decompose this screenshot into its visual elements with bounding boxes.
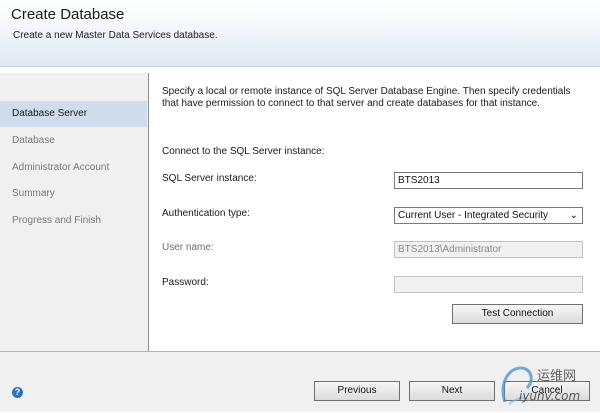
connect-heading: Connect to the SQL Server instance: <box>162 146 325 157</box>
watermark-swirl-icon: 运维网 iyunv.com <box>501 366 580 405</box>
instance-input[interactable]: BTS2013 <box>394 172 583 189</box>
previous-button[interactable]: Previous <box>314 381 400 401</box>
wizard-header: Create Database Create a new Master Data… <box>0 0 600 67</box>
sidebar-item-database: Database <box>12 135 55 146</box>
watermark-logo: 运维网 iyunv.com <box>497 358 597 408</box>
sidebar-item-database-server[interactable]: Database Server <box>0 101 147 127</box>
next-button[interactable]: Next <box>409 381 495 401</box>
wizard-steps-sidebar: Database Server Database Administrator A… <box>0 73 149 351</box>
test-connection-button[interactable]: Test Connection <box>452 304 583 324</box>
instance-label: SQL Server instance: <box>162 173 257 184</box>
auth-type-value: Current User - Integrated Security <box>398 210 549 221</box>
auth-type-label: Authentication type: <box>162 208 250 219</box>
page-subtitle: Create a new Master Data Services databa… <box>13 30 218 41</box>
watermark-line2: iyunv.com <box>519 389 580 403</box>
username-label: User name: <box>162 242 214 253</box>
help-icon[interactable]: ? <box>12 387 23 398</box>
password-label: Password: <box>162 277 209 288</box>
sidebar-item-summary: Summary <box>12 188 55 199</box>
chevron-down-icon: ⌄ <box>569 210 578 221</box>
watermark-line1: 运维网 <box>537 369 576 384</box>
auth-type-select[interactable]: Current User - Integrated Security ⌄ <box>394 207 583 224</box>
sidebar-item-progress-and-finish: Progress and Finish <box>12 215 101 226</box>
sidebar-item-administrator-account: Administrator Account <box>12 162 110 173</box>
instructions-text: Specify a local or remote instance of SQ… <box>162 86 571 109</box>
username-input[interactable]: BTS2013\Administrator <box>394 241 583 258</box>
main-panel: Specify a local or remote instance of SQ… <box>149 73 600 351</box>
page-title: Create Database <box>11 6 125 23</box>
password-input[interactable] <box>394 276 583 293</box>
